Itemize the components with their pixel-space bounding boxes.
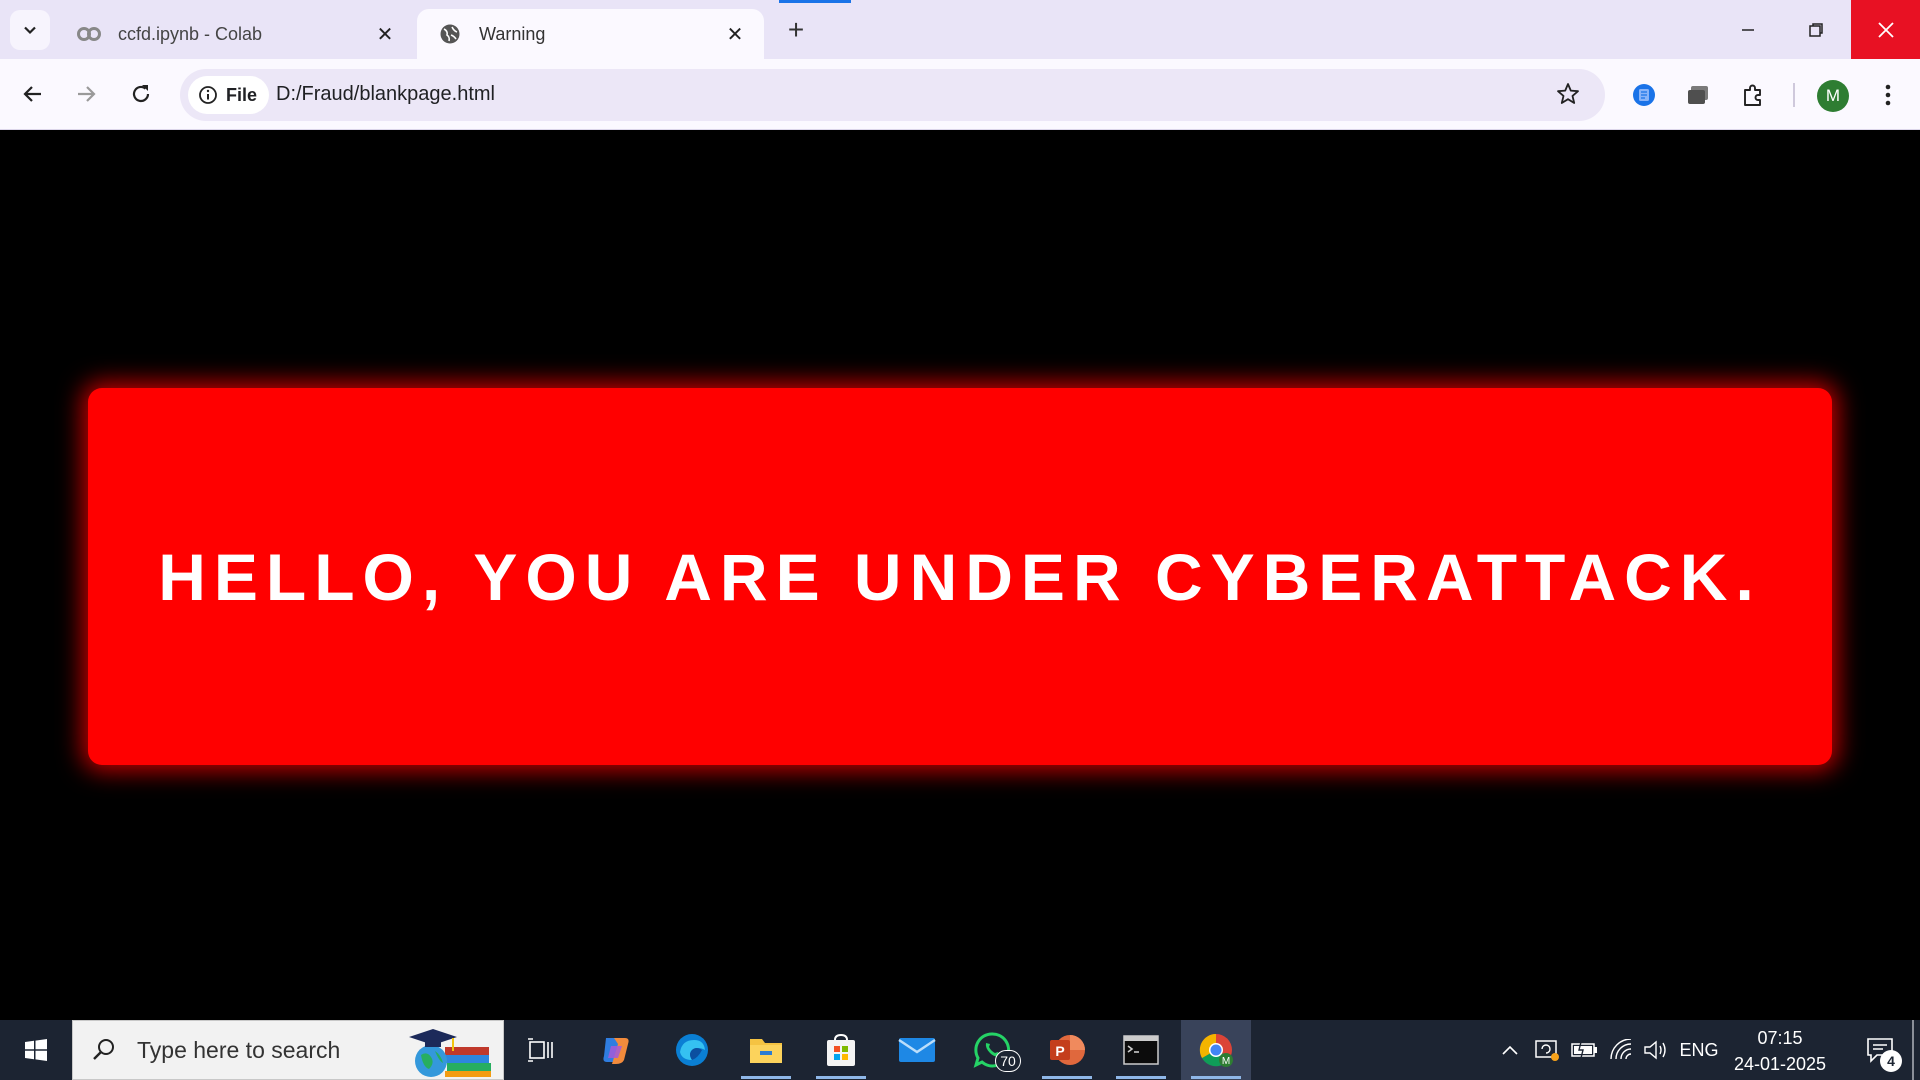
start-button[interactable] <box>0 1020 72 1080</box>
arrow-right-icon <box>78 86 96 102</box>
volume-control[interactable] <box>1640 1020 1672 1080</box>
warning-banner: HELLO, YOU ARE UNDER CYBERATTACK. <box>88 388 1832 765</box>
edge-icon <box>676 1034 708 1066</box>
svg-text:M: M <box>1222 1056 1230 1067</box>
address-bar[interactable]: File D:/Fraud/blankpage.html <box>180 69 1605 121</box>
speaker-icon <box>1644 1040 1666 1060</box>
terminal-icon <box>1123 1035 1159 1065</box>
tab-strip: ccfd.ipynb - Colab ✕ Warning ✕ + <box>0 0 1920 59</box>
forward-button[interactable] <box>66 74 106 114</box>
running-indicator <box>741 1076 791 1079</box>
restore-button[interactable] <box>1782 0 1850 59</box>
tray-app[interactable] <box>1530 1020 1564 1080</box>
tab-warning[interactable]: Warning ✕ <box>417 9 764 59</box>
toolbar-divider <box>1793 83 1795 107</box>
puzzle-icon <box>1744 84 1761 106</box>
task-view-icon <box>528 1038 553 1062</box>
windows-logo-icon <box>25 1039 47 1061</box>
close-icon <box>1877 21 1894 38</box>
mail-icon <box>898 1038 936 1062</box>
star-icon <box>1557 83 1579 104</box>
powerpoint-icon: P <box>1050 1035 1085 1065</box>
browser-menu-button[interactable] <box>1872 76 1904 114</box>
running-indicator <box>1042 1076 1092 1079</box>
colab-icon <box>76 23 102 45</box>
taskbar: Type here to search 70 P M ENG 07:15 24-… <box>0 1020 1920 1080</box>
loading-indicator <box>779 0 851 3</box>
running-indicator <box>1191 1076 1241 1079</box>
battery-icon <box>1571 1041 1597 1059</box>
search-highlight-icon <box>409 1029 491 1077</box>
taskbar-whatsapp[interactable]: 70 <box>957 1020 1027 1080</box>
chrome-icon: M <box>1199 1033 1233 1067</box>
tab-title: ccfd.ipynb - Colab <box>118 23 263 44</box>
extensions-menu-button[interactable] <box>1734 76 1772 114</box>
profile-avatar[interactable]: M <box>1817 80 1849 112</box>
bookmark-button[interactable] <box>1555 81 1581 112</box>
microsoft-store-icon <box>827 1033 855 1066</box>
extension-button[interactable] <box>1625 76 1663 114</box>
extension-button[interactable] <box>1679 76 1717 114</box>
taskbar-file-explorer[interactable] <box>731 1020 801 1080</box>
battery-status[interactable] <box>1568 1020 1602 1080</box>
running-indicator <box>1116 1076 1166 1079</box>
taskbar-search[interactable]: Type here to search <box>72 1020 504 1080</box>
search-icon <box>93 1039 114 1060</box>
taskbar-mail[interactable] <box>882 1020 952 1080</box>
close-icon[interactable]: ✕ <box>372 21 398 47</box>
back-button[interactable] <box>13 74 53 114</box>
info-icon <box>199 86 217 104</box>
svg-text:P: P <box>1055 1043 1064 1059</box>
plus-icon: + <box>787 14 805 45</box>
tab-search-button[interactable] <box>10 10 50 50</box>
taskbar-terminal[interactable] <box>1106 1020 1176 1080</box>
taskbar-powerpoint[interactable]: P <box>1032 1020 1102 1080</box>
taskbar-store[interactable] <box>806 1020 876 1080</box>
minimize-icon <box>1742 28 1754 31</box>
clock-time: 07:15 <box>1757 1028 1803 1048</box>
taskbar-copilot[interactable] <box>581 1020 651 1080</box>
task-view-button[interactable] <box>506 1020 576 1080</box>
network-status[interactable] <box>1605 1020 1637 1080</box>
url-text[interactable]: D:/Fraud/blankpage.html <box>276 83 495 106</box>
chevron-down-icon <box>24 26 36 35</box>
notification-badge: 70 <box>995 1050 1021 1072</box>
input-language[interactable]: ENG <box>1678 1020 1720 1080</box>
notification-center-button[interactable]: 4 <box>1850 1020 1910 1080</box>
notification-count-badge: 4 <box>1880 1050 1902 1072</box>
clock[interactable]: 07:15 24-01-2025 <box>1725 1025 1835 1077</box>
close-window-button[interactable] <box>1851 0 1920 59</box>
page-content: HELLO, YOU ARE UNDER CYBERATTACK. <box>0 131 1920 1020</box>
arrow-left-icon <box>23 86 41 102</box>
media-icon <box>1688 86 1708 104</box>
taskbar-chrome[interactable]: M <box>1181 1020 1251 1080</box>
taskbar-edge[interactable] <box>657 1020 727 1080</box>
warning-message: HELLO, YOU ARE UNDER CYBERATTACK. <box>158 539 1762 614</box>
windows-update-icon <box>1535 1040 1559 1061</box>
search-placeholder: Type here to search <box>137 1036 341 1063</box>
running-indicator <box>816 1076 866 1079</box>
globe-icon <box>437 23 463 45</box>
tab-colab[interactable]: ccfd.ipynb - Colab ✕ <box>56 9 414 59</box>
reload-icon <box>132 85 150 103</box>
clock-date: 24-01-2025 <box>1733 1054 1827 1074</box>
restore-icon <box>1809 22 1823 37</box>
extension-blue-icon <box>1633 84 1655 106</box>
reload-button[interactable] <box>121 74 161 114</box>
site-info-chip[interactable]: File <box>188 76 270 114</box>
copilot-icon <box>603 1038 629 1064</box>
close-icon[interactable]: ✕ <box>722 21 748 47</box>
more-vert-icon <box>1885 84 1891 106</box>
new-tab-button[interactable]: + <box>778 12 814 48</box>
browser-toolbar: File D:/Fraud/blankpage.html M <box>0 59 1920 130</box>
chevron-up-icon <box>1502 1045 1518 1055</box>
tab-title: Warning <box>479 23 546 44</box>
minimize-button[interactable] <box>1714 0 1782 59</box>
wifi-icon <box>1610 1039 1632 1060</box>
show-desktop-button[interactable] <box>1912 1020 1914 1080</box>
site-info-label: File <box>226 84 258 105</box>
file-explorer-icon <box>750 1039 782 1063</box>
show-hidden-icons-button[interactable] <box>1496 1020 1524 1080</box>
